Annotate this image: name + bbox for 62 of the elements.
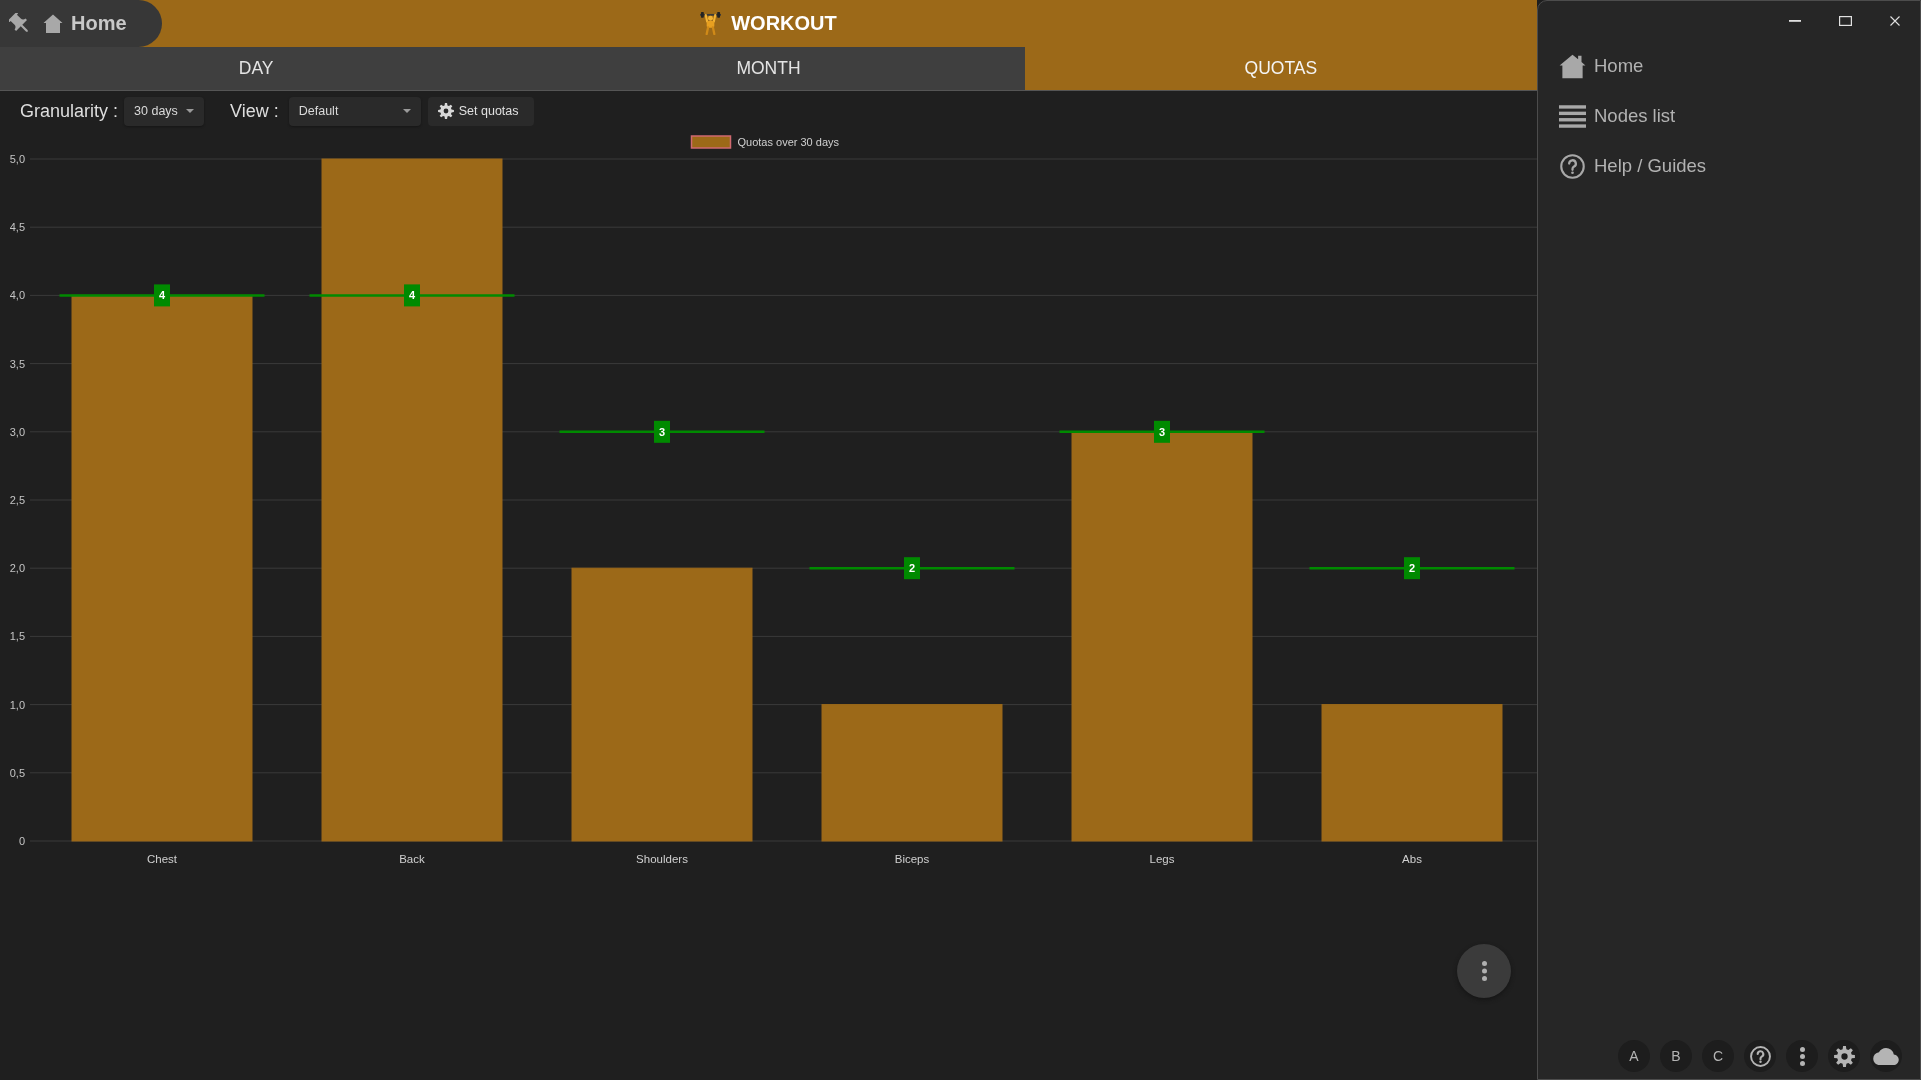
app-title: WORKOUT <box>731 12 837 35</box>
pin-icon <box>9 12 31 35</box>
pin-button[interactable] <box>9 12 31 35</box>
view-dropdown[interactable]: Default <box>288 96 421 126</box>
y-tick-label: 1,0 <box>9 698 25 711</box>
data-label: 2 <box>908 562 916 575</box>
data-label: 3 <box>1158 425 1166 438</box>
category-label: Shoulders <box>636 853 688 865</box>
data-label: 4 <box>408 289 416 302</box>
help-icon <box>1749 1045 1771 1067</box>
set-quotas-button[interactable]: Set quotas <box>427 96 534 126</box>
y-tick-label: 0 <box>18 835 25 847</box>
caret-icon <box>402 109 411 113</box>
house-icon <box>43 14 63 33</box>
caret-icon <box>186 109 195 113</box>
close-icon <box>1890 16 1900 26</box>
nav-item[interactable]: Home <box>1559 41 1644 91</box>
category-label: Chest <box>147 853 177 865</box>
category-label: Legs <box>1149 853 1175 865</box>
legend-label[interactable]: Quotas over 30 days <box>737 136 839 148</box>
y-tick-label: 0,5 <box>9 766 25 779</box>
help-icon <box>1559 153 1586 179</box>
settings-icon <box>437 103 454 119</box>
y-tick-label: 1,5 <box>9 630 25 643</box>
more-options-button[interactable] <box>1457 944 1511 998</box>
data-label: 2 <box>1408 562 1416 575</box>
list-icon <box>1559 103 1586 129</box>
cloud-icon <box>1873 1047 1899 1065</box>
legend-swatch-icon <box>690 135 732 149</box>
view-label: View : <box>230 100 279 122</box>
data-label: 4 <box>158 289 166 302</box>
granularity-label: Granularity : <box>20 100 119 122</box>
category-label: Back <box>399 853 425 865</box>
letter-button[interactable]: C <box>1702 1040 1734 1072</box>
weightlifter-icon <box>700 12 722 35</box>
y-tick-label: 2,5 <box>9 494 25 506</box>
y-tick-label: 3,5 <box>9 357 25 370</box>
y-tick-label: 3,0 <box>9 425 25 438</box>
settings-icon <box>1833 1045 1855 1067</box>
more-button[interactable] <box>1786 1040 1818 1072</box>
category-label: Biceps <box>894 853 930 865</box>
nav-item[interactable]: Help / Guides <box>1559 141 1707 191</box>
y-tick-label: 4,5 <box>9 221 25 234</box>
category-label: Abs <box>1402 853 1422 865</box>
help-button[interactable] <box>1744 1040 1776 1072</box>
granularity-dropdown[interactable]: 30 days <box>124 96 205 126</box>
letter-button[interactable]: B <box>1660 1040 1692 1072</box>
more-vertical-icon <box>1481 961 1487 981</box>
home-button[interactable]: Home <box>43 12 127 35</box>
minimize-icon <box>1789 20 1801 22</box>
cloud-button[interactable] <box>1870 1040 1902 1072</box>
nav-item[interactable]: Nodes list <box>1559 91 1676 141</box>
letter-button[interactable]: A <box>1618 1040 1650 1072</box>
data-label: 3 <box>658 425 666 438</box>
settings-button[interactable] <box>1828 1040 1860 1072</box>
house-icon <box>1559 53 1586 79</box>
y-tick-label: 2,0 <box>9 562 25 575</box>
tab[interactable]: QUOTAS <box>1024 47 1537 90</box>
y-tick-label: 4,0 <box>9 289 25 302</box>
maximize-icon <box>1838 16 1852 26</box>
more-vertical-icon <box>1799 1046 1805 1066</box>
y-tick-label: 5,0 <box>9 153 25 165</box>
